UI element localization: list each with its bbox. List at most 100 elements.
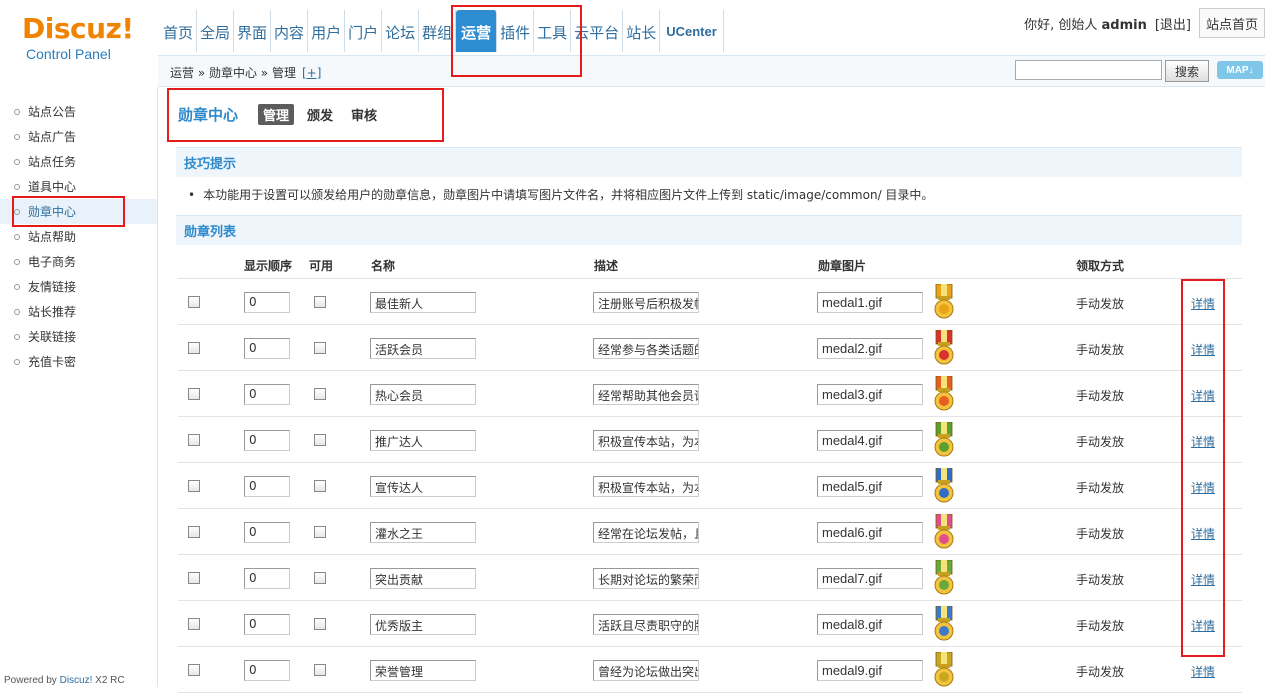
tab-6[interactable]: 论坛 <box>382 10 420 52</box>
sidebar-item-9[interactable]: 关联链接 <box>0 324 157 349</box>
order-input[interactable]: 0 <box>244 568 290 589</box>
select-checkbox[interactable] <box>188 526 200 538</box>
select-checkbox[interactable] <box>188 664 200 676</box>
name-input[interactable]: 宣传达人 <box>370 476 476 497</box>
tab-7[interactable]: 群组 <box>419 10 457 52</box>
detail-link[interactable]: 详情 <box>1191 341 1215 358</box>
detail-link[interactable]: 详情 <box>1191 433 1215 450</box>
image-input[interactable]: medal9.gif <box>817 660 923 681</box>
detail-link[interactable]: 详情 <box>1191 617 1215 634</box>
tab-5[interactable]: 门户 <box>345 10 383 52</box>
image-input[interactable]: medal5.gif <box>817 476 923 497</box>
order-input[interactable]: 0 <box>244 384 290 405</box>
image-input[interactable]: medal2.gif <box>817 338 923 359</box>
select-checkbox[interactable] <box>188 572 200 584</box>
select-checkbox[interactable] <box>188 618 200 630</box>
order-input[interactable]: 0 <box>244 338 290 359</box>
sidebar-item-5[interactable]: 站点帮助 <box>0 224 157 249</box>
page-tab-2[interactable]: 审核 <box>346 104 382 125</box>
enabled-checkbox[interactable] <box>314 664 326 676</box>
detail-link[interactable]: 详情 <box>1191 479 1215 496</box>
add-shortcut-link[interactable]: [+] <box>302 66 321 80</box>
select-checkbox[interactable] <box>188 296 200 308</box>
description-input[interactable]: 经常参与各类话题的 <box>593 338 699 359</box>
tab-8[interactable]: 运营 <box>456 10 498 52</box>
image-input[interactable]: medal1.gif <box>817 292 923 313</box>
name-input[interactable]: 灌水之王 <box>370 522 476 543</box>
tab-13[interactable]: UCenter <box>660 10 724 52</box>
select-checkbox[interactable] <box>188 342 200 354</box>
site-home-button[interactable]: 站点首页 <box>1198 8 1265 38</box>
detail-link[interactable]: 详情 <box>1191 663 1215 680</box>
discuz-logo[interactable]: Discuz! Control Panel <box>0 0 158 87</box>
description-input[interactable]: 积极宣传本站，为本 <box>593 430 699 451</box>
name-input[interactable]: 突出贡献 <box>370 568 476 589</box>
sidebar-item-1[interactable]: 站点广告 <box>0 124 157 149</box>
name-input[interactable]: 热心会员 <box>370 384 476 405</box>
image-input[interactable]: medal3.gif <box>817 384 923 405</box>
enabled-checkbox[interactable] <box>314 480 326 492</box>
select-checkbox[interactable] <box>188 434 200 446</box>
sidebar-item-10[interactable]: 充值卡密 <box>0 349 157 374</box>
name-input[interactable]: 推广达人 <box>370 430 476 451</box>
medal-icon <box>933 421 955 458</box>
enabled-checkbox[interactable] <box>314 618 326 630</box>
sidebar-item-8[interactable]: 站长推荐 <box>0 299 157 324</box>
order-input[interactable]: 0 <box>244 660 290 681</box>
sidebar-item-4[interactable]: 勋章中心 <box>0 199 157 224</box>
tab-12[interactable]: 站长 <box>623 10 661 52</box>
description-input[interactable]: 注册账号后积极发帖 <box>593 292 699 313</box>
description-input[interactable]: 长期对论坛的繁荣而 <box>593 568 699 589</box>
enabled-checkbox[interactable] <box>314 434 326 446</box>
tab-11[interactable]: 云平台 <box>571 10 624 52</box>
tab-2[interactable]: 界面 <box>234 10 272 52</box>
sidebar-item-7[interactable]: 友情链接 <box>0 274 157 299</box>
enabled-checkbox[interactable] <box>314 296 326 308</box>
sidebar-item-0[interactable]: 站点公告 <box>0 99 157 124</box>
name-input[interactable]: 最佳新人 <box>370 292 476 313</box>
map-button[interactable]: MAP ↓ <box>1217 61 1263 79</box>
order-input[interactable]: 0 <box>244 522 290 543</box>
page-tab-1[interactable]: 颁发 <box>302 104 338 125</box>
tab-0[interactable]: 首页 <box>160 10 198 52</box>
image-input[interactable]: medal7.gif <box>817 568 923 589</box>
description-input[interactable]: 活跃且尽责职守的版 <box>593 614 699 635</box>
select-checkbox[interactable] <box>188 480 200 492</box>
order-input[interactable]: 0 <box>244 430 290 451</box>
order-input[interactable]: 0 <box>244 292 290 313</box>
powered-brand-link[interactable]: Discuz! <box>60 675 93 686</box>
logout-link[interactable]: [退出] <box>1155 14 1191 33</box>
sidebar-item-3[interactable]: 道具中心 <box>0 174 157 199</box>
enabled-checkbox[interactable] <box>314 388 326 400</box>
description-input[interactable]: 积极宣传本站，为本 <box>593 476 699 497</box>
tab-4[interactable]: 用户 <box>308 10 346 52</box>
detail-link[interactable]: 详情 <box>1191 295 1215 312</box>
enabled-checkbox[interactable] <box>314 342 326 354</box>
tab-1[interactable]: 全局 <box>197 10 235 52</box>
enabled-checkbox[interactable] <box>314 526 326 538</box>
page-tab-0[interactable]: 管理 <box>258 104 295 125</box>
order-input[interactable]: 0 <box>244 614 290 635</box>
tab-3[interactable]: 内容 <box>271 10 309 52</box>
search-button[interactable]: 搜索 <box>1165 60 1209 82</box>
detail-link[interactable]: 详情 <box>1191 571 1215 588</box>
select-checkbox[interactable] <box>188 388 200 400</box>
name-input[interactable]: 优秀版主 <box>370 614 476 635</box>
tab-10[interactable]: 工具 <box>534 10 572 52</box>
image-input[interactable]: medal8.gif <box>817 614 923 635</box>
name-input[interactable]: 荣誉管理 <box>370 660 476 681</box>
description-input[interactable]: 经常在论坛发帖，且 <box>593 522 699 543</box>
image-input[interactable]: medal4.gif <box>817 430 923 451</box>
name-input[interactable]: 活跃会员 <box>370 338 476 359</box>
search-input[interactable] <box>1015 60 1162 80</box>
sidebar-item-2[interactable]: 站点任务 <box>0 149 157 174</box>
description-input[interactable]: 曾经为论坛做出突出 <box>593 660 699 681</box>
description-input[interactable]: 经常帮助其他会员论 <box>593 384 699 405</box>
enabled-checkbox[interactable] <box>314 572 326 584</box>
image-input[interactable]: medal6.gif <box>817 522 923 543</box>
detail-link[interactable]: 详情 <box>1191 525 1215 542</box>
tab-9[interactable]: 插件 <box>497 10 535 52</box>
order-input[interactable]: 0 <box>244 476 290 497</box>
sidebar-item-6[interactable]: 电子商务 <box>0 249 157 274</box>
detail-link[interactable]: 详情 <box>1191 387 1215 404</box>
